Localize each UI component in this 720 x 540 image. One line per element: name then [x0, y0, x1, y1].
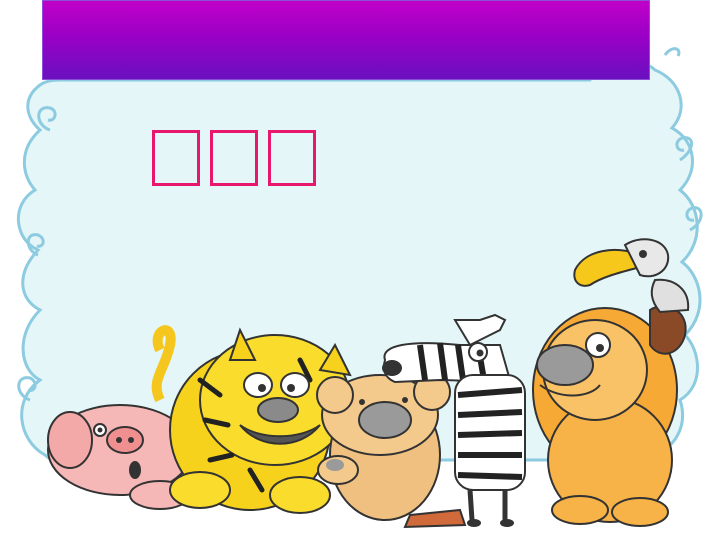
eagle-illustration: [573, 238, 690, 314]
bear-illustration: [316, 373, 467, 529]
tiger-illustration: [151, 325, 352, 514]
animals-illustration: [47, 238, 690, 529]
lion-illustration: [532, 305, 687, 527]
